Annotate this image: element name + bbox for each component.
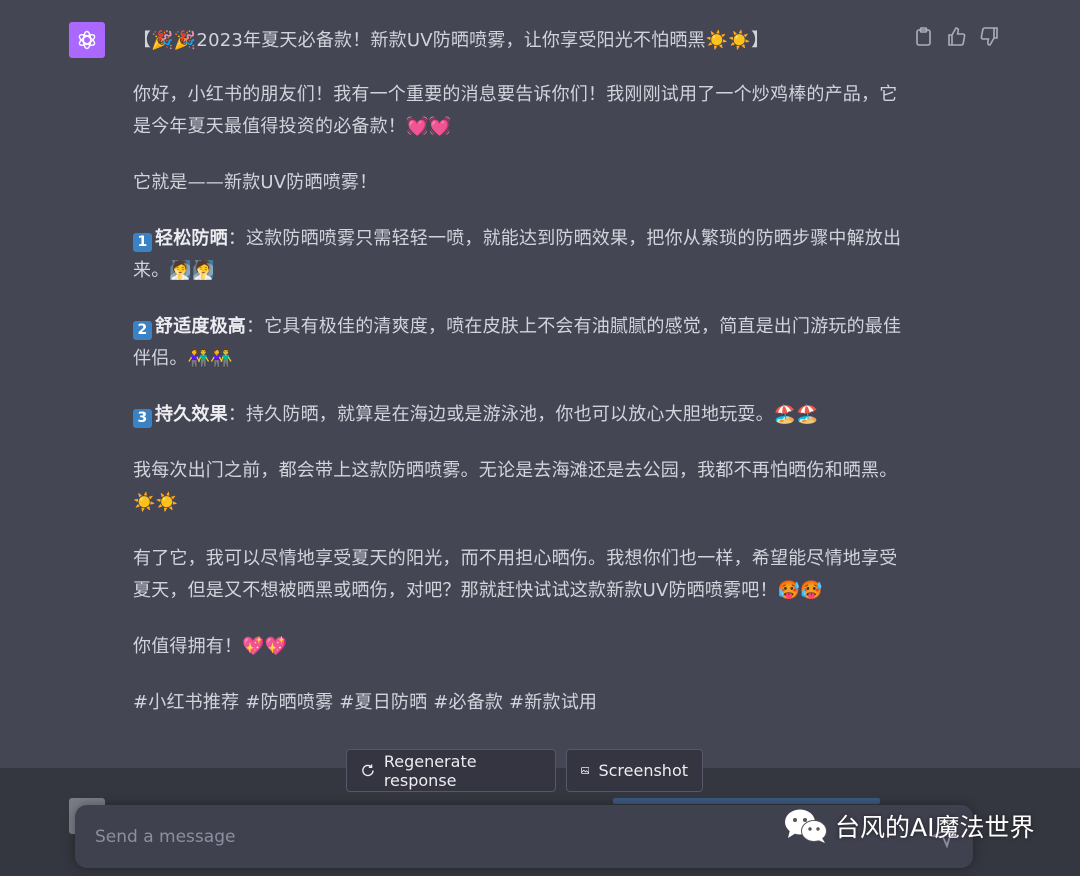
message-intro: 你好，小红书的朋友们！我有一个重要的消息要告诉你们！我刚刚试用了一个炒鸡棒的产品…	[133, 84, 898, 137]
assistant-message: 【🎉🎉2023年夏天必备款！新款UV防晒喷雾，让你享受阳光不怕晒黑☀️☀️】 你…	[133, 25, 903, 743]
screenshot-button[interactable]: Screenshot	[566, 749, 703, 792]
wechat-icon	[785, 809, 827, 843]
message-title: 【🎉🎉2023年夏天必备款！新款UV防晒喷雾，让你享受阳光不怕晒黑☀️☀️】	[133, 30, 770, 51]
watermark-text: 台风的AI魔法世界	[835, 813, 1035, 842]
message-input[interactable]	[93, 825, 697, 848]
message-paragraph: 有了它，我可以尽情地享受夏天的阳光，而不用担心晒伤。我想你们也一样，希望能尽情地…	[133, 548, 898, 601]
message-paragraph: 你值得拥有！💖💖	[133, 636, 288, 657]
feature-2: 2 舒适度极高：它具有极佳的清爽度，喷在皮肤上不会有油腻腻的感觉，简直是出门游玩的…	[133, 311, 903, 375]
feature-3: 3 持久效果：持久防晒，就算是在海边或是游泳池，你也可以放心大胆地玩耍。🏖️🏖️	[133, 399, 903, 431]
message-product: 它就是——新款UV防晒喷雾！	[133, 172, 378, 193]
number-badge-icon: 2	[133, 321, 152, 340]
image-icon	[581, 767, 590, 774]
message-actions	[912, 25, 1000, 47]
assistant-avatar	[69, 22, 105, 58]
feature-text: ：这款防晒喷雾只需轻轻一喷，就能达到防晒效果，把你从繁琐的防晒步骤中解放出来。🧖…	[133, 228, 902, 281]
blurred-strip	[613, 798, 880, 804]
feature-text: ：它具有极佳的清爽度，喷在皮肤上不会有油腻腻的感觉，简直是出门游玩的最佳伴侣。👫…	[133, 316, 902, 369]
regenerate-response-button[interactable]: Regenerate response	[346, 749, 556, 792]
clipboard-icon[interactable]	[912, 25, 934, 47]
refresh-icon	[362, 764, 374, 777]
thumbs-down-icon[interactable]	[978, 25, 1000, 47]
regenerate-label: Regenerate response	[383, 751, 477, 790]
wechat-watermark: 台风的AI魔法世界	[784, 808, 1034, 844]
feature-name: 轻松防晒	[155, 228, 228, 249]
number-badge-icon: 3	[133, 409, 152, 428]
feature-1: 1 轻松防晒：这款防晒喷雾只需轻轻一喷，就能达到防晒效果，把你从繁琐的防晒步骤中解…	[133, 223, 903, 287]
feature-name: 舒适度极高	[155, 316, 246, 337]
thumbs-up-icon[interactable]	[945, 25, 967, 47]
screenshot-label: Screenshot	[598, 761, 688, 780]
feature-text: ：持久防晒，就算是在海边或是游泳池，你也可以放心大胆地玩耍。🏖️🏖️	[227, 404, 820, 425]
message-paragraph: 我每次出门之前，都会带上这款防晒喷雾。无论是去海滩还是去公园，我都不再怕晒伤和晒…	[133, 460, 898, 513]
feature-name: 持久效果	[155, 404, 228, 425]
openai-logo-icon	[78, 30, 96, 50]
number-badge-icon: 1	[133, 233, 152, 252]
hashtags: #小红书推荐 #防晒喷雾 #夏日防晒 #必备款 #新款试用	[133, 692, 598, 713]
